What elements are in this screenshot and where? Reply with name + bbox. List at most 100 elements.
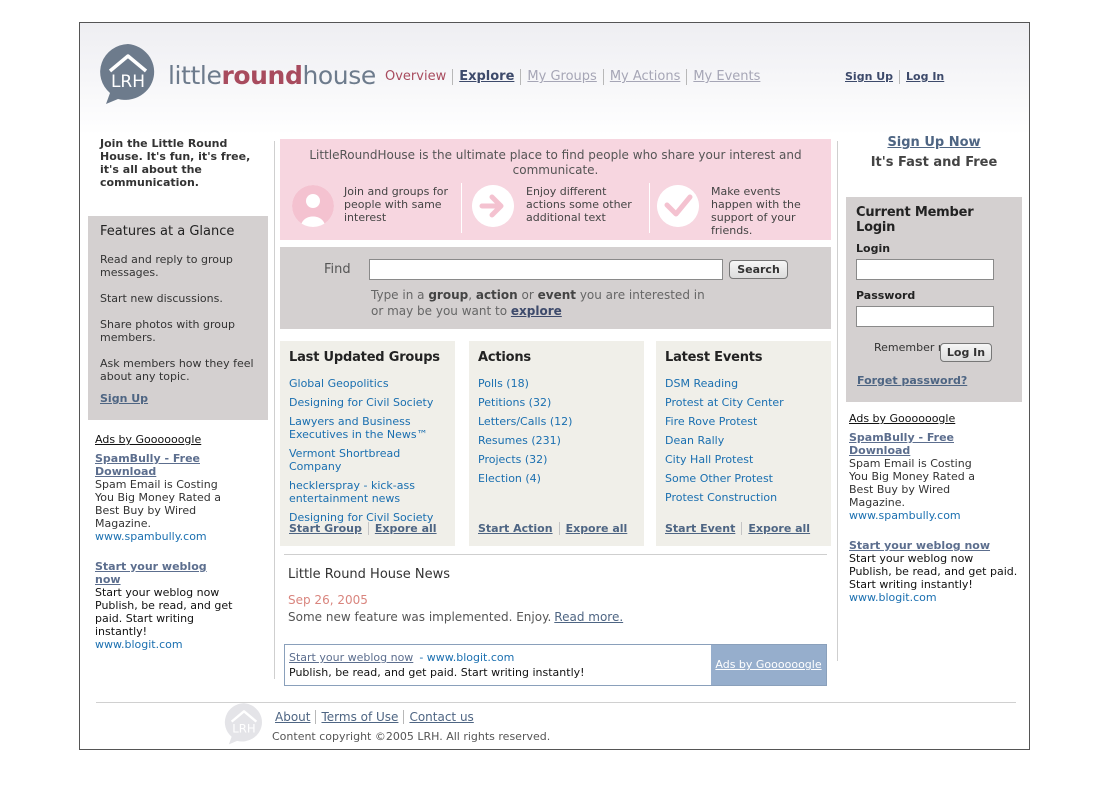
find-hint: Type in a group, action or event you are… [371,287,771,319]
event-link[interactable]: Protest at City Center [665,396,822,409]
features-signup-link[interactable]: Sign Up [100,392,256,405]
event-link[interactable]: City Hall Protest [665,453,822,466]
logo[interactable]: LRH littleroundhouse [94,39,376,109]
footer-logo-mark: LRH [232,722,255,736]
footer-about-link[interactable]: About [274,710,315,724]
start-event-link[interactable]: Start Event [665,522,741,535]
ad-url[interactable]: www.spambully.com [95,530,235,543]
events-box: Latest Events DSM Reading Protest at Cit… [656,341,831,546]
find-label: Find [324,262,351,277]
ads-right: Ads by Goooooogle SpamBully - Free Downl… [849,412,1019,604]
feature-item: Read and reply to group messages. [100,253,233,279]
join-text: Join the Little Round House. It's fun, i… [100,137,251,189]
house-bubble-icon: LRH [100,44,155,104]
event-link[interactable]: Dean Rally [665,434,822,447]
nav-explore[interactable]: Explore [452,69,520,85]
event-link[interactable]: Fire Rove Protest [665,415,822,428]
explore-events-link[interactable]: Expore all [741,522,817,535]
center-column: LittleRoundHouse is the ultimate place t… [280,139,831,686]
intro-title: LittleRoundHouse is the ultimate place t… [309,148,802,177]
read-more-link[interactable]: Read more. [554,610,623,624]
ad-url[interactable]: www.blogit.com [95,638,235,651]
site-name: littleroundhouse [168,61,376,90]
copyright: Content copyright ©2005 LRH. All rights … [272,730,551,743]
actions-box: Actions Polls (18) Petitions (32) Letter… [469,341,644,546]
page-frame: LRH littleroundhouse Overview Explore My G… [79,22,1030,750]
login-title: Current Member Login [856,205,974,235]
nav-my-actions[interactable]: My Actions [602,69,687,85]
ad-url[interactable]: www.spambully.com [849,509,1019,522]
password-label: Password [856,289,916,302]
intro-feature-text: Make events happen with the support of y… [711,185,801,237]
ad-title[interactable]: Start your weblog now [95,560,235,586]
header-login-link[interactable]: Log In [899,70,950,84]
features-panel: Features at a Glance Read and reply to g… [88,216,268,420]
header: LRH littleroundhouse Overview Explore My G… [80,23,1029,135]
start-action-link[interactable]: Start Action [478,522,559,535]
ad-text: Spam Email is Costing You Big Money Rate… [95,478,221,530]
action-link[interactable]: Letters/Calls (12) [478,415,635,428]
action-link[interactable]: Election (4) [478,472,635,485]
groups-footer: Start Group Expore all [289,522,443,535]
fast-free-text: It's Fast and Free [870,155,998,170]
login-field[interactable] [856,259,994,280]
group-link[interactable]: hecklerspray - kick-ass entertainment ne… [289,479,446,505]
group-link[interactable]: Designing for Civil Society [289,396,446,409]
signup-now-link[interactable]: Sign Up Now [846,135,1022,150]
login-button[interactable]: Log In [940,343,992,362]
checkmark-icon [657,185,699,227]
hint-explore-link[interactable]: explore [511,304,562,318]
ad-text: Start your weblog now Publish, be read, … [849,552,1018,591]
ad-bar-ads-link[interactable]: Ads by Goooooogle [711,645,826,685]
nav-overview[interactable]: Overview [380,69,452,85]
group-link[interactable]: Vermont Shortbread Company [289,447,446,473]
news-date: Sep 26, 2005 [288,593,368,607]
hint-text: Type in a [371,288,429,302]
events-footer: Start Event Expore all [665,522,817,535]
ads-header[interactable]: Ads by Goooooogle [95,433,235,446]
news-text: Some new feature was implemented. Enjoy.… [288,610,831,624]
action-link[interactable]: Resumes (231) [478,434,635,447]
intro-feature: Join and groups for people with same int… [292,185,462,231]
event-link[interactable]: Protest Construction [665,491,822,504]
feature-item: Share photos with group members. [100,318,235,344]
group-link[interactable]: Lawyers and Business Executives in the N… [289,415,446,441]
footer-contact-link[interactable]: Contact us [403,710,479,724]
ad-title[interactable]: Start your weblog now [849,539,1019,552]
intro-feature: Enjoy different actions some other addit… [472,185,642,231]
find-input[interactable] [369,259,723,280]
footer-links: About Terms of Use Contact us [274,710,479,724]
actions-footer: Start Action Expore all [478,522,634,535]
ad-title[interactable]: SpamBully - Free Download [849,431,1019,457]
hint-keyword: action [475,288,518,302]
features-title: Features at a Glance [100,224,235,239]
footer-terms-link[interactable]: Terms of Use [315,710,404,724]
ad-bar-url[interactable]: - www.blogit.com [419,651,514,664]
password-field[interactable] [856,306,994,327]
groups-title: Last Updated Groups [289,350,440,365]
action-link[interactable]: Projects (32) [478,453,635,466]
start-group-link[interactable]: Start Group [289,522,368,535]
news-section: Little Round House News Sep 26, 2005 Som… [280,555,831,624]
search-button[interactable]: Search [729,260,788,279]
ads-header[interactable]: Ads by Goooooogle [849,412,1019,425]
explore-actions-link[interactable]: Expore all [558,522,634,535]
header-signup-link[interactable]: Sign Up [841,70,899,84]
event-link[interactable]: Some Other Protest [665,472,822,485]
action-link[interactable]: Petitions (32) [478,396,635,409]
login-panel: Current Member Login Login Password Reme… [846,197,1022,402]
action-link[interactable]: Polls (18) [478,377,635,390]
ad-url[interactable]: www.blogit.com [849,591,1019,604]
footer-logo-icon: LRH [224,703,262,745]
forgot-password-link[interactable]: Forget password? [857,374,967,387]
nav-my-events[interactable]: My Events [686,69,766,85]
ad-bar-link[interactable]: Start your weblog now [289,651,413,664]
news-title: Little Round House News [288,567,451,582]
group-link[interactable]: Global Geopolitics [289,377,446,390]
event-link[interactable]: DSM Reading [665,377,822,390]
ad-title[interactable]: SpamBully - Free Download [95,452,235,478]
hint-text: , [468,288,476,302]
nav-my-groups[interactable]: My Groups [520,69,602,85]
explore-groups-link[interactable]: Expore all [367,522,443,535]
feature-item: Ask members how they feel about any topi… [100,357,254,383]
